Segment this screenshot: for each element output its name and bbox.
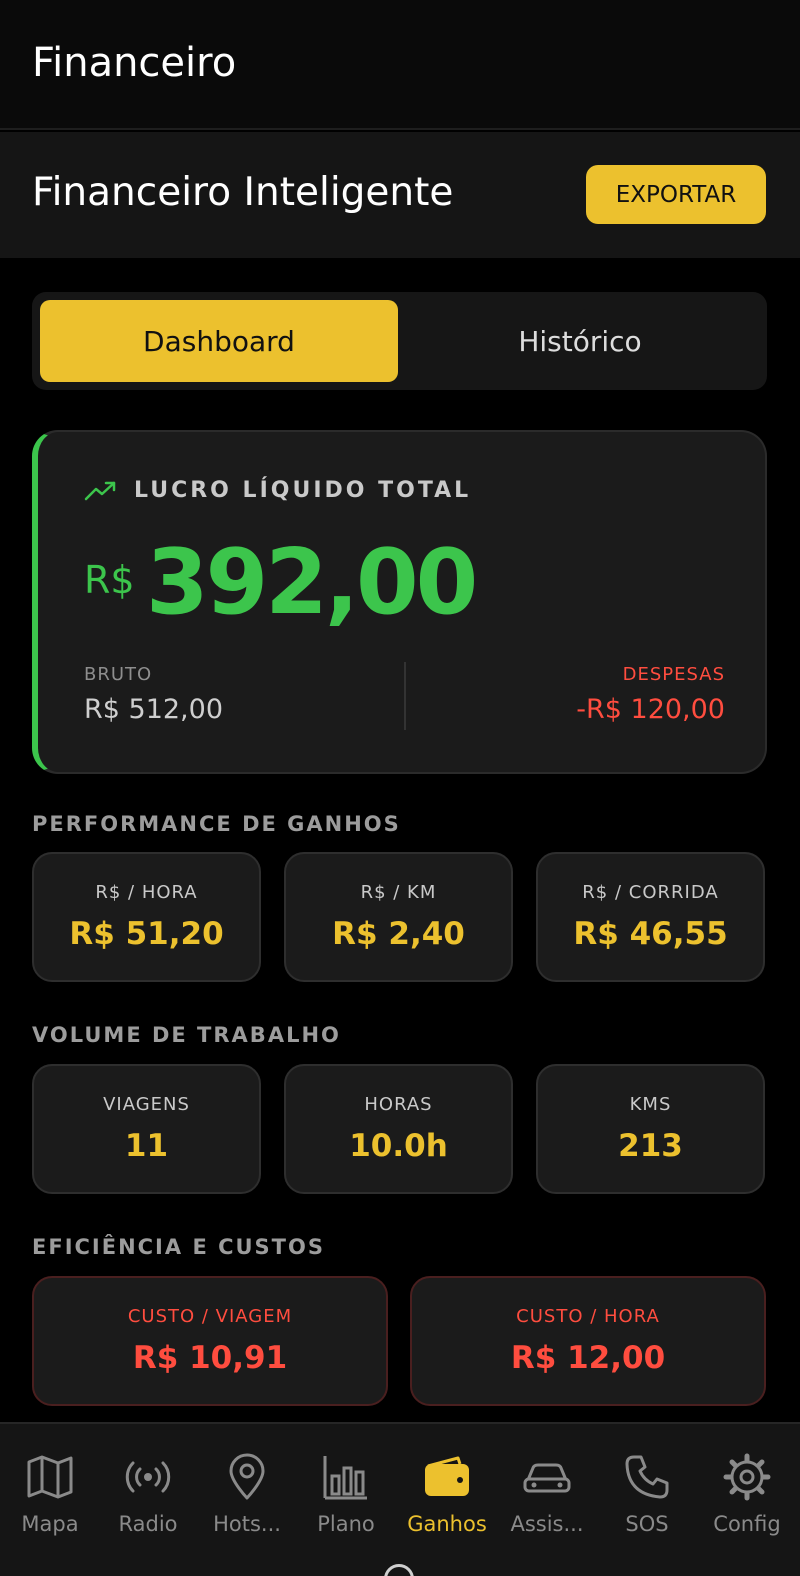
stat-value: 213 [618,1128,683,1164]
page-header: Financeiro Inteligente EXPORTAR [0,132,800,258]
nav-label: Hots... [213,1512,281,1536]
stat-value: R$ 12,00 [510,1340,666,1376]
stat-card-kms: KMS 213 [536,1064,765,1194]
nav-item-plano[interactable]: Plano [296,1424,396,1554]
net-profit-value: 392,00 [146,530,478,635]
divider [404,662,406,730]
stat-value: R$ 10,91 [132,1340,288,1376]
section-title-efficiency: EFICIÊNCIA E CUSTOS [32,1235,325,1259]
expenses-value: -R$ 120,00 [576,694,725,725]
stat-label: R$ / KM [360,882,437,903]
nav-label: Radio [118,1512,178,1536]
net-profit-label: LUCRO LÍQUIDO TOTAL [134,478,472,503]
home-indicator[interactable] [384,1564,414,1576]
nav-label: SOS [625,1512,669,1536]
nav-label: Mapa [21,1512,79,1536]
nav-item-sos[interactable]: SOS [597,1424,697,1554]
stat-card-cost-per-hour: CUSTO / HORA R$ 12,00 [410,1276,766,1406]
tab-historico[interactable]: Histórico [401,300,759,382]
stat-value: R$ 51,20 [69,916,224,952]
nav-item-mapa[interactable]: Mapa [0,1424,100,1554]
stat-label: CUSTO / VIAGEM [127,1306,293,1327]
bar-chart-icon [323,1456,367,1500]
stat-card-per-km: R$ / KM R$ 2,40 [284,852,513,982]
expenses-label: DESPESAS [622,664,725,685]
net-profit-currency: R$ [84,558,135,602]
trending-up-icon [84,481,116,500]
gross-label: BRUTO [84,664,153,685]
stat-card-per-hour: R$ / HORA R$ 51,20 [32,852,261,982]
stat-label: R$ / HORA [95,882,198,903]
nav-label: Ganhos [407,1512,487,1536]
bottom-nav: Mapa Radio Hots... Plano Ganhos Assis...… [0,1422,800,1576]
stat-label: VIAGENS [103,1094,190,1115]
section-title-volume: VOLUME DE TRABALHO [32,1023,341,1047]
page-title: Financeiro Inteligente [32,170,454,215]
nav-item-assistente[interactable]: Assis... [497,1424,597,1554]
stat-card-cost-per-trip: CUSTO / VIAGEM R$ 10,91 [32,1276,388,1406]
gear-icon [723,1453,771,1501]
app-title: Financeiro [32,40,237,86]
stat-card-hours: HORAS 10.0h [284,1064,513,1194]
stat-value: 10.0h [349,1128,448,1164]
stat-value: R$ 2,40 [332,916,465,952]
stat-label: CUSTO / HORA [516,1306,660,1327]
export-button[interactable]: EXPORTAR [586,165,766,224]
view-tabs: Dashboard Histórico [32,292,767,390]
radio-icon [125,1461,171,1493]
phone-icon [625,1455,669,1499]
nav-item-config[interactable]: Config [697,1424,797,1554]
stat-label: R$ / CORRIDA [582,882,719,903]
app-bar: Financeiro [0,0,800,130]
stat-card-per-ride: R$ / CORRIDA R$ 46,55 [536,852,765,982]
location-pin-icon [229,1453,265,1500]
net-profit-header: LUCRO LÍQUIDO TOTAL [84,478,471,503]
nav-label: Config [713,1512,781,1536]
wallet-icon [425,1456,469,1496]
nav-label: Plano [317,1512,375,1536]
car-icon [523,1463,571,1493]
nav-label: Assis... [510,1512,584,1536]
section-title-performance: PERFORMANCE DE GANHOS [32,812,401,836]
map-icon [27,1455,73,1499]
stat-value: 11 [124,1128,169,1164]
tab-dashboard[interactable]: Dashboard [40,300,398,382]
stat-value: R$ 46,55 [573,916,728,952]
stat-label: KMS [629,1094,672,1115]
nav-item-radio[interactable]: Radio [98,1424,198,1554]
stat-label: HORAS [364,1094,433,1115]
nav-item-hotspots[interactable]: Hots... [197,1424,297,1554]
nav-item-ganhos[interactable]: Ganhos [397,1424,497,1554]
net-profit-card: LUCRO LÍQUIDO TOTAL R$ 392,00 BRUTO R$ 5… [32,430,767,774]
gross-value: R$ 512,00 [84,694,223,725]
stat-card-trips: VIAGENS 11 [32,1064,261,1194]
